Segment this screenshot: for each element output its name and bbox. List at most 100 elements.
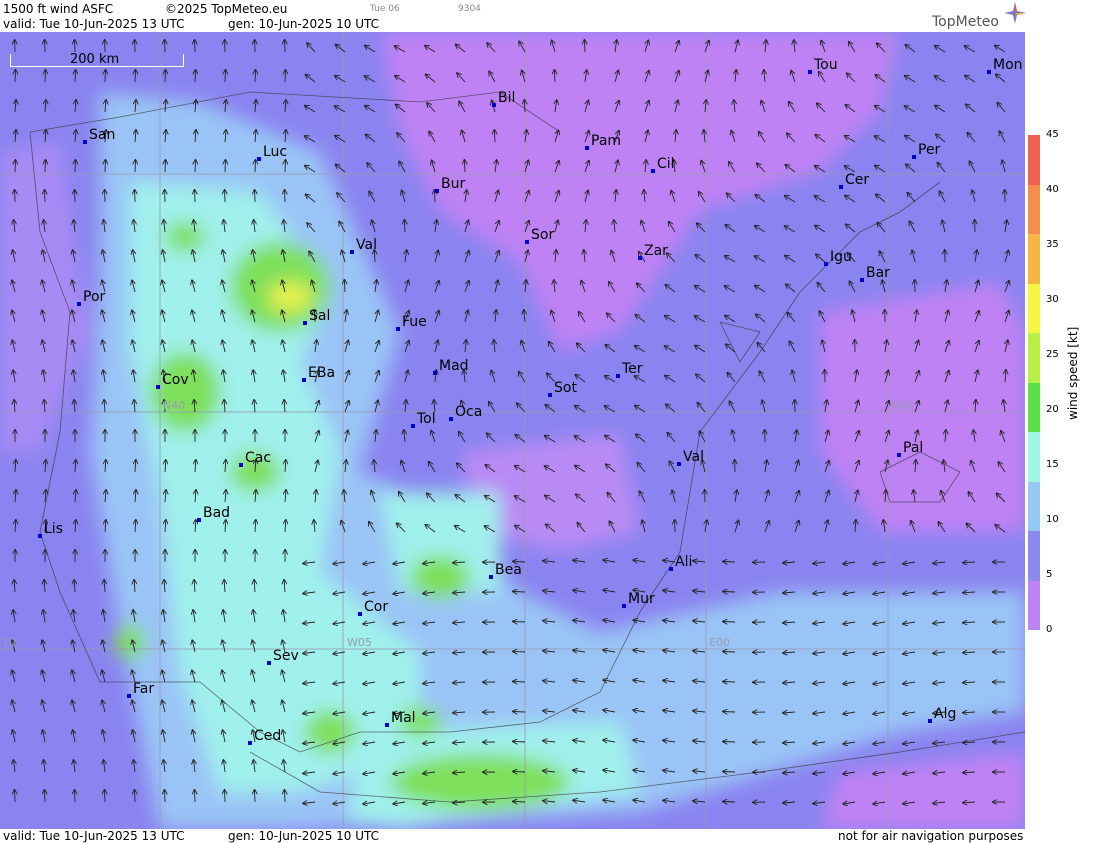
wind-arrow <box>584 40 585 53</box>
color-scale-segment <box>1028 135 1040 185</box>
city-dot-icon <box>248 741 252 745</box>
city-label: Val <box>356 237 377 253</box>
wind-arrow <box>15 790 16 803</box>
wind-arrow <box>285 790 286 803</box>
city-label: Mon <box>993 57 1023 73</box>
grid-label-n40-west: N40 <box>163 399 186 412</box>
wind-arrow <box>513 771 526 772</box>
city-label: Zar <box>644 243 668 259</box>
wind-arrow <box>75 790 76 803</box>
city-label: Far <box>133 681 155 697</box>
city-dot-icon <box>839 185 843 189</box>
id-label: 9304 <box>458 4 481 14</box>
city-dot-icon <box>156 385 160 389</box>
city-dot-icon <box>396 327 400 331</box>
city-dot-icon <box>622 604 626 608</box>
city-dot-icon <box>302 378 306 382</box>
color-scale-segment <box>1028 580 1040 630</box>
wind-arrow <box>15 160 16 173</box>
scale-bar-label: 200 km <box>70 52 120 67</box>
wind-arrow <box>554 70 555 83</box>
wind-arrow <box>344 280 345 293</box>
city-label: Val <box>683 449 704 465</box>
wind-arrow <box>45 790 46 803</box>
color-scale-segment <box>1028 382 1040 432</box>
wind-arrow <box>285 160 286 173</box>
city-dot-icon <box>808 70 812 74</box>
wind-arrow <box>723 802 736 803</box>
legend-unit: wind speed [kt] <box>1066 326 1080 420</box>
city-dot-icon <box>616 374 620 378</box>
wind-arrow <box>494 130 495 143</box>
city-label: Alg <box>934 706 957 722</box>
city-dot-icon <box>638 256 642 260</box>
footer-valid-time: valid: Tue 10-Jun-2025 13 UTC <box>3 829 185 843</box>
city-dot-icon <box>912 155 916 159</box>
wind-arrow <box>165 790 166 803</box>
gen-time: gen: 10-Jun-2025 10 UTC <box>228 17 380 31</box>
city-dot-icon <box>860 278 864 282</box>
footer-gen-time: gen: 10-Jun-2025 10 UTC <box>228 829 380 843</box>
topmeteo-logo: TopMeteo <box>932 14 999 30</box>
wind-arrow <box>723 712 736 713</box>
city-label: Sot <box>554 380 577 396</box>
legend-tick: 30 <box>1046 294 1059 305</box>
legend-tick: 35 <box>1046 239 1059 250</box>
disclaimer: not for air navigation purposes <box>838 829 1024 843</box>
city-dot-icon <box>651 169 655 173</box>
wind-arrow <box>513 741 526 742</box>
wind-arrow <box>723 772 736 773</box>
legend-tick: 45 <box>1046 129 1059 140</box>
run-label: Tue 06 <box>370 4 400 14</box>
city-dot-icon <box>492 103 496 107</box>
city-label: Tol <box>417 411 436 427</box>
wind-arrow <box>105 160 106 173</box>
city-label: Fue <box>402 314 427 330</box>
city-label: Pam <box>591 133 622 149</box>
legend: 45 40 35 30 25 20 15 10 5 0 wind speed [kt] <box>1026 0 1117 843</box>
city-dot-icon <box>928 719 932 723</box>
grid-label-w05: W05 <box>347 636 372 649</box>
city-dot-icon <box>38 534 42 538</box>
city-label: Per <box>918 142 941 158</box>
city-label: Cov <box>162 372 189 388</box>
wind-arrow <box>513 801 526 802</box>
wind-map[interactable]: 200 km N40 N40 W05 E00 10 Tou Mon Bil San Pa… <box>0 32 1025 829</box>
city-label: Sal <box>309 308 331 324</box>
city-dot-icon <box>435 189 439 193</box>
wind-arrow <box>513 681 526 682</box>
city-label: Pal <box>903 440 924 456</box>
wind-arrow <box>524 100 525 113</box>
color-scale-segment <box>1028 481 1040 531</box>
wind-arrow <box>45 70 46 83</box>
wind-arrow <box>105 790 106 803</box>
wind-arrow <box>105 70 106 83</box>
city-dot-icon <box>127 694 131 698</box>
legend-tick: 25 <box>1046 349 1059 360</box>
wind-arrow <box>255 70 256 83</box>
legend-tick: 0 <box>1046 624 1053 635</box>
grid-label-e00: E00 <box>709 636 730 649</box>
product-title: 1500 ft wind ASFC <box>3 2 114 16</box>
legend-tick: 15 <box>1046 459 1059 470</box>
city-label: Ali <box>675 554 693 570</box>
city-dot-icon <box>197 518 201 522</box>
city-label: Bur <box>441 176 466 192</box>
color-scale-segment <box>1028 283 1040 333</box>
wind-arrow <box>464 160 465 173</box>
city-label: Bil <box>498 90 516 106</box>
city-label: Cac <box>245 450 272 466</box>
legend-tick: 20 <box>1046 404 1059 415</box>
wind-arrow <box>513 711 526 712</box>
wind-arrow <box>165 160 166 173</box>
city-label: Cer <box>845 172 870 188</box>
city-label: Ter <box>622 361 643 377</box>
city-dot-icon <box>669 567 673 571</box>
legend-tick: 5 <box>1046 569 1053 580</box>
wind-arrow <box>723 562 736 563</box>
wind-arrow <box>285 70 286 83</box>
city-dot-icon <box>411 424 415 428</box>
wind-arrow <box>723 592 736 593</box>
city-dot-icon <box>585 146 589 150</box>
city-dot-icon <box>525 240 529 244</box>
